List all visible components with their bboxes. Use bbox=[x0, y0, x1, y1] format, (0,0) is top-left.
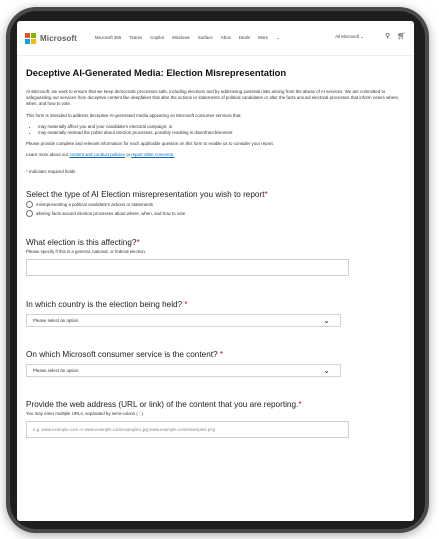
microsoft-logo-icon bbox=[25, 32, 36, 44]
logo-square-red bbox=[25, 32, 30, 38]
main-nav: Microsoft 365 Teams Copilot Windows Surf… bbox=[95, 35, 288, 41]
logo-square-blue bbox=[25, 38, 30, 44]
question-text: What election is this affecting? bbox=[26, 237, 137, 247]
nav-item[interactable]: Deals bbox=[239, 35, 250, 41]
all-microsoft-menu[interactable]: All Microsoft ⌄ bbox=[335, 34, 364, 40]
cart-icon[interactable]: 🛒︎ bbox=[397, 33, 406, 40]
url-input[interactable]: e.g. www.example.com or www.example.com/… bbox=[26, 420, 349, 438]
radio-option[interactable]: altering facts around election processes… bbox=[26, 209, 406, 217]
nav-item-more[interactable]: More bbox=[258, 35, 268, 41]
question-type: Select the type of AI Election misrepres… bbox=[26, 190, 406, 217]
radio-button[interactable] bbox=[26, 200, 33, 208]
required-star: * bbox=[26, 168, 28, 174]
question-country: In which country is the election being h… bbox=[26, 300, 406, 327]
all-microsoft-label: All Microsoft bbox=[335, 33, 360, 39]
required-star: * bbox=[136, 237, 140, 247]
header-actions: All Microsoft ⌄ ⚲ 🛒︎ bbox=[335, 33, 406, 40]
more-chevron-icon: ⌄ bbox=[276, 35, 280, 40]
brand-name: Microsoft bbox=[40, 33, 77, 43]
tablet-frame: Microsoft Microsoft 365 Teams Copilot Wi… bbox=[6, 7, 429, 533]
question-label: Select the type of AI Election misrepres… bbox=[26, 190, 406, 199]
radio-button[interactable] bbox=[26, 209, 33, 217]
question-label: In which country is the election being h… bbox=[26, 300, 406, 309]
chevron-down-icon: ⌄ bbox=[323, 315, 330, 325]
nav-item[interactable]: Copilot bbox=[150, 35, 164, 41]
learn-more-paragraph: Learn more about our content and conduct… bbox=[26, 152, 406, 158]
form-purpose-paragraph: This form is intended to address decepti… bbox=[26, 112, 242, 118]
browser-screen: Microsoft Microsoft 365 Teams Copilot Wi… bbox=[17, 21, 414, 521]
question-label: Provide the web address (URL or link) of… bbox=[26, 400, 406, 409]
required-fields-note: * Indicates required fields bbox=[26, 169, 406, 174]
required-note-text: Indicates required fields bbox=[28, 168, 76, 174]
select-value: Please select an option bbox=[33, 317, 79, 323]
question-label: On which Microsoft consumer service is t… bbox=[26, 350, 406, 359]
learn-more-prefix: Learn more about our bbox=[26, 152, 69, 158]
purpose-list: may materially affect you and your candi… bbox=[26, 124, 406, 136]
required-star: * bbox=[219, 349, 224, 359]
election-input[interactable] bbox=[26, 258, 349, 276]
question-text: Provide the web address (URL or link) of… bbox=[26, 399, 299, 409]
required-star: * bbox=[298, 399, 302, 409]
site-header: Microsoft Microsoft 365 Teams Copilot Wi… bbox=[17, 21, 414, 56]
question-url: Provide the web address (URL or link) of… bbox=[26, 400, 406, 438]
nav-item[interactable]: Microsoft 365 bbox=[95, 35, 121, 41]
chevron-down-icon: ⌄ bbox=[323, 365, 330, 375]
question-text: Select the type of AI Election misrepres… bbox=[26, 189, 265, 199]
question-label: What election is this affecting?* bbox=[26, 238, 406, 247]
microsoft-logo[interactable]: Microsoft bbox=[25, 32, 77, 44]
select-value: Please select an option bbox=[33, 367, 79, 373]
country-select[interactable]: Please select an option ⌄ bbox=[26, 313, 341, 327]
question-election: What election is this affecting?* Please… bbox=[26, 238, 406, 276]
logo-square-yellow bbox=[31, 38, 36, 44]
question-text: On which Microsoft consumer service is t… bbox=[26, 349, 218, 359]
radio-label: misrepresenting a political candidate's … bbox=[36, 201, 154, 207]
question-helper: Please specify if this is a general, nat… bbox=[26, 248, 147, 254]
learn-more-mid: or bbox=[126, 152, 131, 158]
intro-paragraph: At Microsoft, we work to ensure that we … bbox=[26, 89, 400, 107]
nav-item[interactable]: Xbox bbox=[221, 35, 231, 41]
search-icon[interactable]: ⚲ bbox=[385, 33, 390, 40]
instructions-paragraph: Please provide complete and relevant inf… bbox=[26, 141, 274, 147]
service-select[interactable]: Please select an option ⌄ bbox=[26, 363, 341, 377]
question-service: On which Microsoft consumer service is t… bbox=[26, 350, 406, 377]
nav-item[interactable]: Teams bbox=[129, 35, 142, 41]
nav-item[interactable]: Surface bbox=[198, 35, 213, 41]
report-concerns-link[interactable]: report other concerns. bbox=[131, 152, 174, 157]
content-policies-link[interactable]: content and conduct policies bbox=[69, 152, 124, 157]
list-item: may materially mislead the public about … bbox=[38, 130, 406, 136]
logo-square-green bbox=[31, 32, 36, 38]
required-star: * bbox=[184, 299, 188, 309]
page-title: Deceptive AI-Generated Media: Election M… bbox=[26, 67, 287, 78]
radio-option[interactable]: misrepresenting a political candidate's … bbox=[26, 200, 406, 208]
main-content: Deceptive AI-Generated Media: Election M… bbox=[17, 67, 414, 438]
radio-label: altering facts around election processes… bbox=[36, 210, 186, 216]
nav-item[interactable]: Windows bbox=[172, 35, 190, 41]
question-helper: You may enter multiple URLs, separated b… bbox=[26, 410, 145, 416]
question-text: In which country is the election being h… bbox=[26, 299, 183, 309]
required-star: * bbox=[264, 189, 268, 199]
